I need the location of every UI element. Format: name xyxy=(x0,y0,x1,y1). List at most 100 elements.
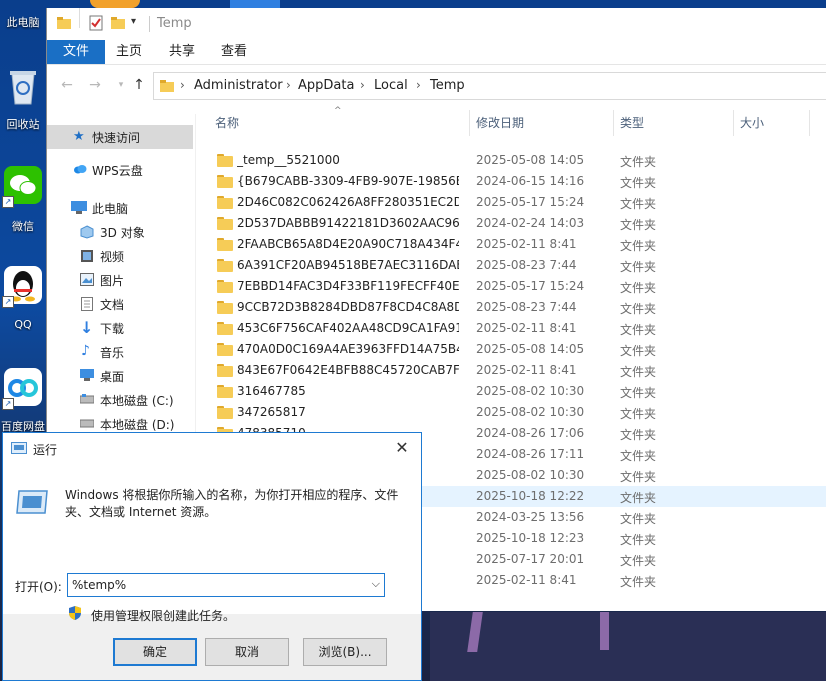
close-button[interactable]: ✕ xyxy=(391,437,413,459)
column-divider[interactable] xyxy=(733,110,734,136)
column-divider[interactable] xyxy=(469,110,470,136)
nav-label: 快速访问 xyxy=(92,131,141,145)
nav-3d-objects[interactable]: 3D 对象 xyxy=(47,220,193,244)
table-row[interactable]: 843E67F0642E4BFB88C45720CAB7FB... 2025-02… xyxy=(197,360,826,381)
chevron-right-icon[interactable]: › xyxy=(416,78,421,92)
nav-downloads[interactable]: ↓ 下载 xyxy=(47,316,193,340)
nav-quick-access[interactable]: ★ 快速访问 xyxy=(47,125,193,149)
up-icon[interactable]: ↑ xyxy=(131,77,147,93)
file-type: 文件夹 xyxy=(620,533,657,547)
column-header-type[interactable]: 类型 xyxy=(620,114,720,138)
file-name: 2D537DABBB91422181D3602AAC96... xyxy=(237,216,459,230)
nav-videos[interactable]: 视频 xyxy=(47,244,193,268)
divider xyxy=(149,16,150,32)
file-name: _temp__5521000 xyxy=(237,153,340,167)
file-type: 文件夹 xyxy=(620,449,657,463)
table-row[interactable]: 2FAABCB65A8D4E20A90C718A434F4... 2025-02-… xyxy=(197,234,826,255)
folder-icon xyxy=(217,175,233,188)
nav-this-pc[interactable]: 此电脑 xyxy=(47,196,193,220)
file-modified-date: 2025-07-17 20:01 xyxy=(476,552,585,566)
table-row[interactable]: 7EBBD14FAC3D4F33BF119FECFF40EE... 2025-05… xyxy=(197,276,826,297)
back-icon[interactable]: ← xyxy=(59,77,75,93)
file-type: 文件夹 xyxy=(620,260,657,274)
desktop-icon-recycle-bin[interactable]: 回收站 xyxy=(0,62,46,132)
breadcrumb-item[interactable]: Temp xyxy=(430,78,465,93)
customize-quick-access-icon[interactable]: ▾ xyxy=(131,16,141,30)
forward-icon[interactable]: → xyxy=(87,77,103,93)
properties-icon[interactable] xyxy=(89,15,103,31)
folder-icon xyxy=(217,343,233,356)
ok-button[interactable]: 确定 xyxy=(113,638,197,666)
download-icon: ↓ xyxy=(80,318,94,337)
file-modified-date: 2025-08-02 10:30 xyxy=(476,405,585,419)
table-row[interactable]: 9CCB72D3B8284DBD87F8CD4C8A8D... 2025-08-2… xyxy=(197,297,826,318)
desktop-icon-label: 微信 xyxy=(12,220,34,233)
tab-view[interactable]: 查看 xyxy=(211,40,257,64)
file-modified-date: 2025-10-18 12:23 xyxy=(476,531,585,545)
open-label: 打开(O): xyxy=(15,580,62,594)
table-row[interactable]: 316467785 2025-08-02 10:30 文件夹 xyxy=(197,381,826,402)
tab-file[interactable]: 文件 xyxy=(47,40,105,64)
tab-share[interactable]: 共享 xyxy=(159,40,205,64)
file-modified-date: 2025-08-02 10:30 xyxy=(476,384,585,398)
tab-home[interactable]: 主页 xyxy=(105,40,153,64)
file-type: 文件夹 xyxy=(620,239,657,253)
breadcrumb-item[interactable]: Local xyxy=(374,78,408,93)
desktop-icon-qq[interactable]: ↗ QQ xyxy=(0,264,46,334)
table-row[interactable]: _temp__5521000 2025-05-08 14:05 文件夹 xyxy=(197,150,826,171)
file-name: 316467785 xyxy=(237,384,306,398)
column-header-name[interactable]: 名称 xyxy=(215,114,465,138)
table-row[interactable]: {B679CABB-3309-4FB9-907E-19856E... 2024-0… xyxy=(197,171,826,192)
chevron-right-icon[interactable]: › xyxy=(180,78,185,92)
open-combobox[interactable]: %temp% ⌵ xyxy=(67,573,385,597)
desktop-icon-this-pc[interactable]: 此电脑 xyxy=(0,0,46,34)
nav-documents[interactable]: 文档 xyxy=(47,292,193,316)
column-header-date[interactable]: 修改日期 xyxy=(476,114,606,138)
nav-label: 3D 对象 xyxy=(100,226,145,240)
desktop-icon-wechat[interactable]: ↗ 微信 xyxy=(0,164,46,236)
table-row[interactable]: 347265817 2025-08-02 10:30 文件夹 xyxy=(197,402,826,423)
nav-label: 本地磁盘 (D:) xyxy=(100,418,175,432)
table-row[interactable]: 2D46C082C062426A8FF280351EC2D7... 2025-05… xyxy=(197,192,826,213)
run-icon xyxy=(11,441,27,455)
nav-label: 视频 xyxy=(100,250,125,264)
nav-desktop[interactable]: 桌面 xyxy=(47,364,193,388)
table-row[interactable]: 453C6F756CAF402AA48CD9CA1FA91... 2025-02-… xyxy=(197,318,826,339)
nav-music[interactable]: ♪ 音乐 xyxy=(47,340,193,364)
table-row[interactable]: 2D537DABBB91422181D3602AAC96... 2024-02-2… xyxy=(197,213,826,234)
wallpaper-detail xyxy=(600,612,609,650)
column-divider[interactable] xyxy=(809,110,810,136)
file-type: 文件夹 xyxy=(620,197,657,211)
nav-label: 音乐 xyxy=(100,346,125,360)
nav-wps-cloud[interactable]: WPS云盘 xyxy=(47,158,193,182)
file-modified-date: 2025-05-08 14:05 xyxy=(476,153,585,167)
wallpaper-detail xyxy=(90,0,140,8)
nav-drive-c[interactable]: 本地磁盘 (C:) xyxy=(47,388,193,412)
open-input-value[interactable]: %temp% xyxy=(72,578,126,592)
breadcrumb-item[interactable]: AppData xyxy=(298,78,354,93)
chevron-right-icon[interactable]: › xyxy=(286,78,291,92)
nav-pictures[interactable]: 图片 xyxy=(47,268,193,292)
table-row[interactable]: 470A0D0C169A4AE3963FFD14A75B4... 2025-05-… xyxy=(197,339,826,360)
address-bar[interactable]: › Administrator › AppData › Local › Temp xyxy=(153,72,826,100)
column-divider[interactable] xyxy=(613,110,614,136)
file-type: 文件夹 xyxy=(620,302,657,316)
file-modified-date: 2024-03-25 13:56 xyxy=(476,510,585,524)
desktop-icon-baidu-netdisk[interactable]: ↗ 百度网盘 xyxy=(0,366,46,433)
chevron-down-icon[interactable]: ⌵ xyxy=(372,577,380,591)
column-header-size[interactable]: 大小 xyxy=(740,114,820,138)
file-type: 文件夹 xyxy=(620,323,657,337)
cancel-button[interactable]: 取消 xyxy=(205,638,289,666)
file-type: 文件夹 xyxy=(620,512,657,526)
breadcrumb-item[interactable]: Administrator xyxy=(194,78,283,93)
table-row[interactable]: 6A391CF20AB94518BE7AEC3116DAB... 2025-08-… xyxy=(197,255,826,276)
desktop-icon-label: 此电脑 xyxy=(6,16,40,29)
file-modified-date: 2024-02-24 14:03 xyxy=(476,216,585,230)
chevron-right-icon[interactable]: › xyxy=(360,78,365,92)
file-modified-date: 2025-10-18 12:22 xyxy=(476,489,585,503)
new-folder-icon[interactable] xyxy=(111,16,125,30)
recent-locations-icon[interactable]: ▾ xyxy=(113,77,129,93)
folder-icon xyxy=(217,301,233,314)
file-type: 文件夹 xyxy=(620,155,657,169)
browse-button[interactable]: 浏览(B)... xyxy=(303,638,387,666)
